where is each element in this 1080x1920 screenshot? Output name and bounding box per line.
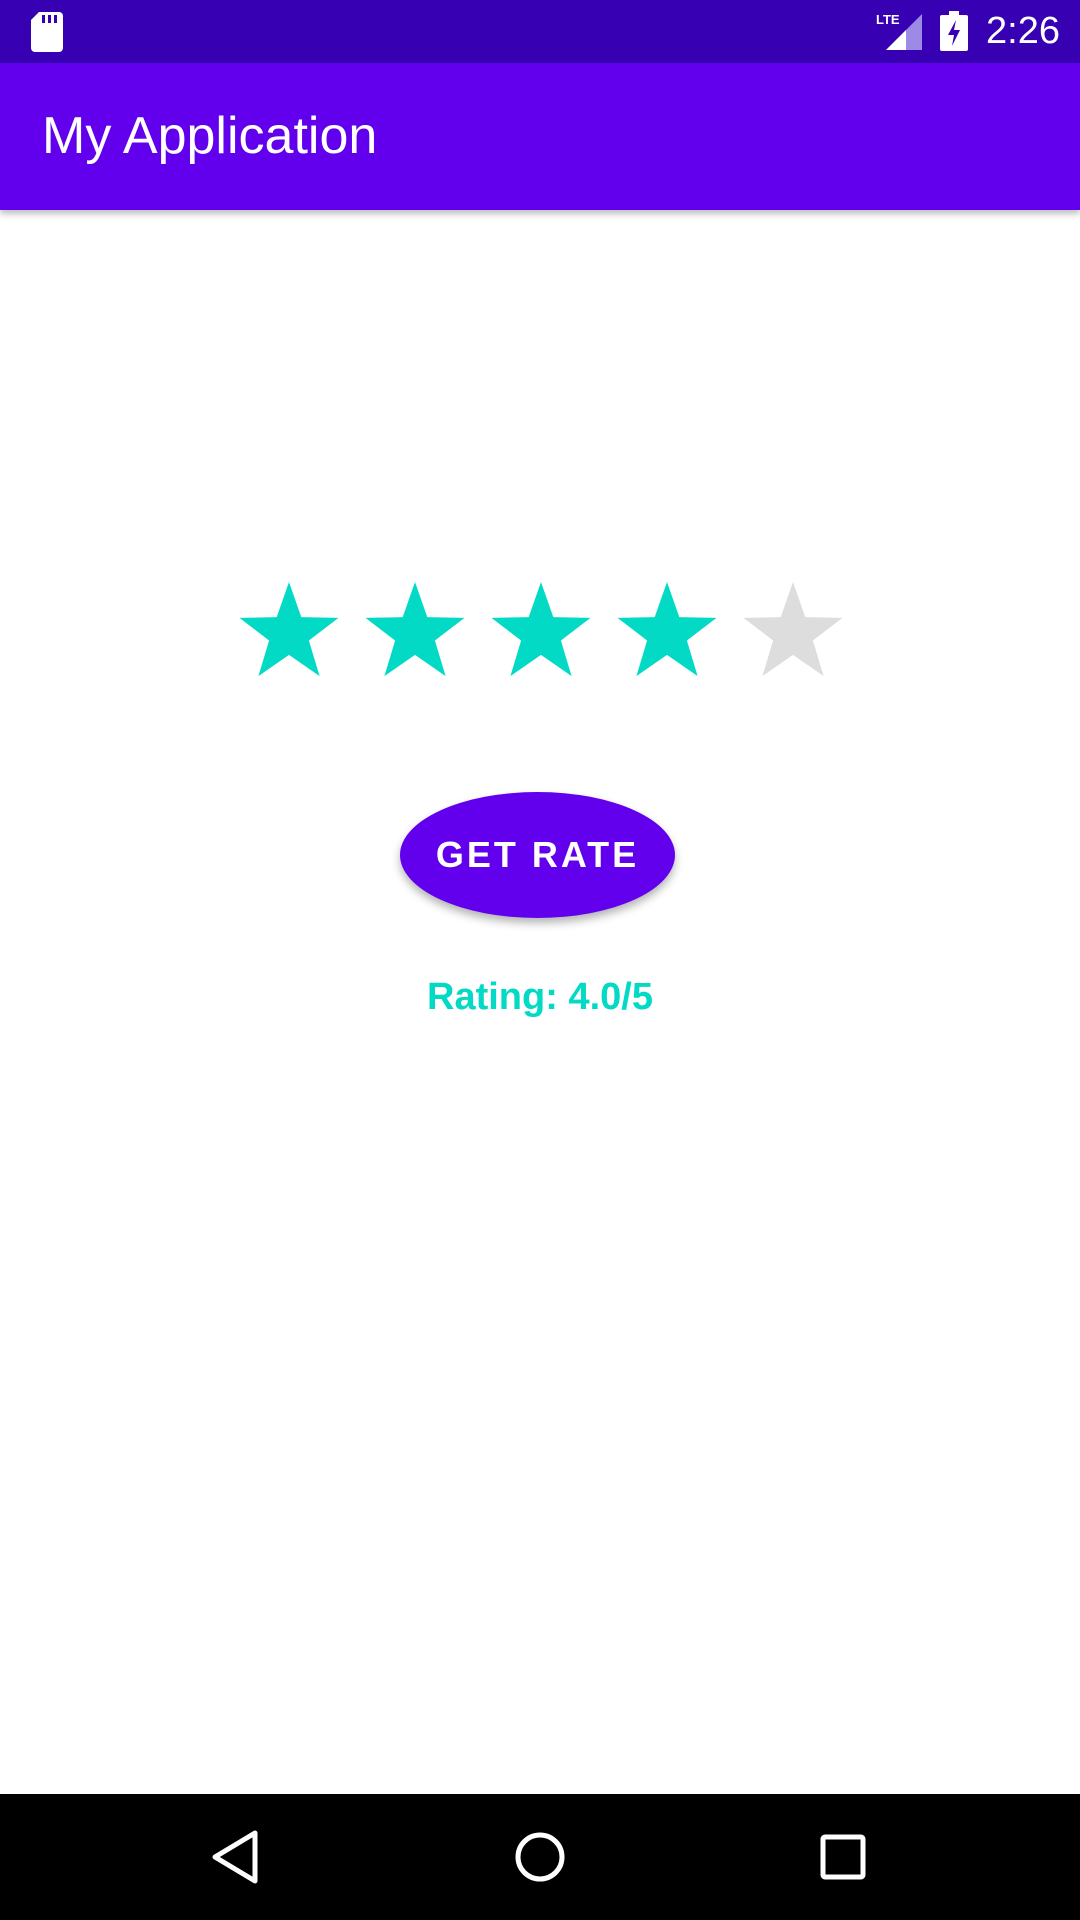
battery-charging-icon (940, 11, 968, 51)
rating-star-4[interactable] (604, 578, 730, 686)
rating-result-text: Rating: 4.0/5 (427, 976, 653, 1018)
network-label: LTE (876, 12, 900, 27)
sd-card-icon (31, 12, 63, 52)
rating-star-5[interactable] (730, 578, 856, 686)
rating-star-2[interactable] (352, 578, 478, 686)
home-icon[interactable] (507, 1824, 573, 1890)
back-icon[interactable] (203, 1824, 269, 1890)
status-clock: 2:26 (986, 10, 1060, 52)
navigation-bar (0, 1794, 1080, 1920)
lte-signal-icon: LTE (876, 12, 922, 50)
rating-bar[interactable] (226, 578, 856, 686)
star-filled-icon (617, 582, 717, 677)
screen: LTE 2:26 My Application GET RATE Rating:… (0, 0, 1080, 1920)
get-rate-button[interactable]: GET RATE (400, 792, 675, 918)
app-bar: My Application (0, 63, 1080, 210)
app-title: My Application (42, 107, 378, 165)
rating-star-3[interactable] (478, 578, 604, 686)
recents-icon[interactable] (810, 1824, 876, 1890)
status-bar: LTE 2:26 (0, 0, 1080, 63)
star-filled-icon (491, 582, 591, 677)
rating-star-1[interactable] (226, 578, 352, 686)
star-filled-icon (239, 582, 339, 677)
star-filled-icon (365, 582, 465, 677)
star-empty-icon (743, 582, 843, 677)
